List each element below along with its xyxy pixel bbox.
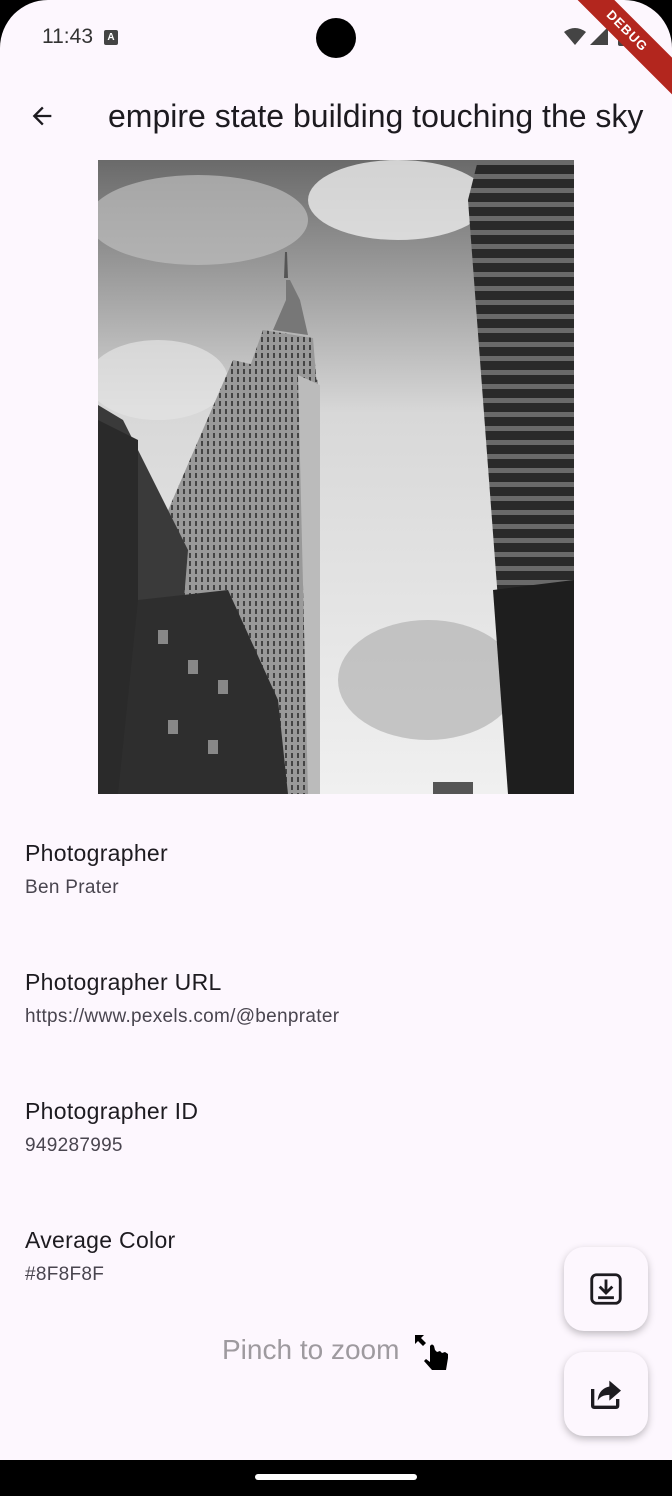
photo-illustration [98, 160, 574, 794]
wifi-icon [564, 28, 586, 45]
page-title: empire state building touching the sky [108, 98, 644, 134]
notification-a-icon: A [104, 30, 118, 45]
photographer-url-value[interactable]: https://www.pexels.com/@benprater [25, 1006, 339, 1028]
share-button[interactable] [564, 1352, 648, 1436]
app-bar: empire state building touching the sky [0, 86, 672, 150]
pinch-to-zoom-hint: Pinch to zoom [222, 1334, 400, 1365]
app-screen: 11:43 A DEBUG empire state building touc… [0, 0, 672, 1460]
signal-icon [590, 27, 608, 45]
photo-image[interactable] [98, 160, 574, 794]
average-color-label: Average Color [25, 1227, 176, 1253]
photographer-section: Photographer Ben Prater [25, 840, 168, 899]
photographer-id-label: Photographer ID [25, 1098, 199, 1124]
photographer-value: Ben Prater [25, 877, 119, 898]
photographer-url-label: Photographer URL [25, 969, 222, 995]
pinch-hand-icon [415, 1335, 448, 1370]
status-bar: 11:43 A DEBUG [0, 0, 672, 108]
average-color-value: #8F8F8F [25, 1264, 105, 1285]
download-button[interactable] [564, 1247, 648, 1331]
status-time: 11:43 [42, 25, 93, 48]
arrow-back-icon [32, 106, 52, 126]
gesture-nav-handle[interactable] [255, 1474, 417, 1480]
camera-cutout [316, 18, 356, 58]
share-icon [591, 1380, 621, 1409]
photographer-id-value: 949287995 [25, 1135, 123, 1156]
average-color-section: Average Color #8F8F8F [25, 1227, 176, 1286]
photographer-id-section: Photographer ID 949287995 [25, 1098, 198, 1157]
download-icon [590, 1273, 622, 1305]
back-button[interactable] [20, 94, 64, 138]
photographer-label: Photographer [25, 840, 168, 866]
photographer-url-section: Photographer URL https://www.pexels.com/… [25, 969, 339, 1028]
